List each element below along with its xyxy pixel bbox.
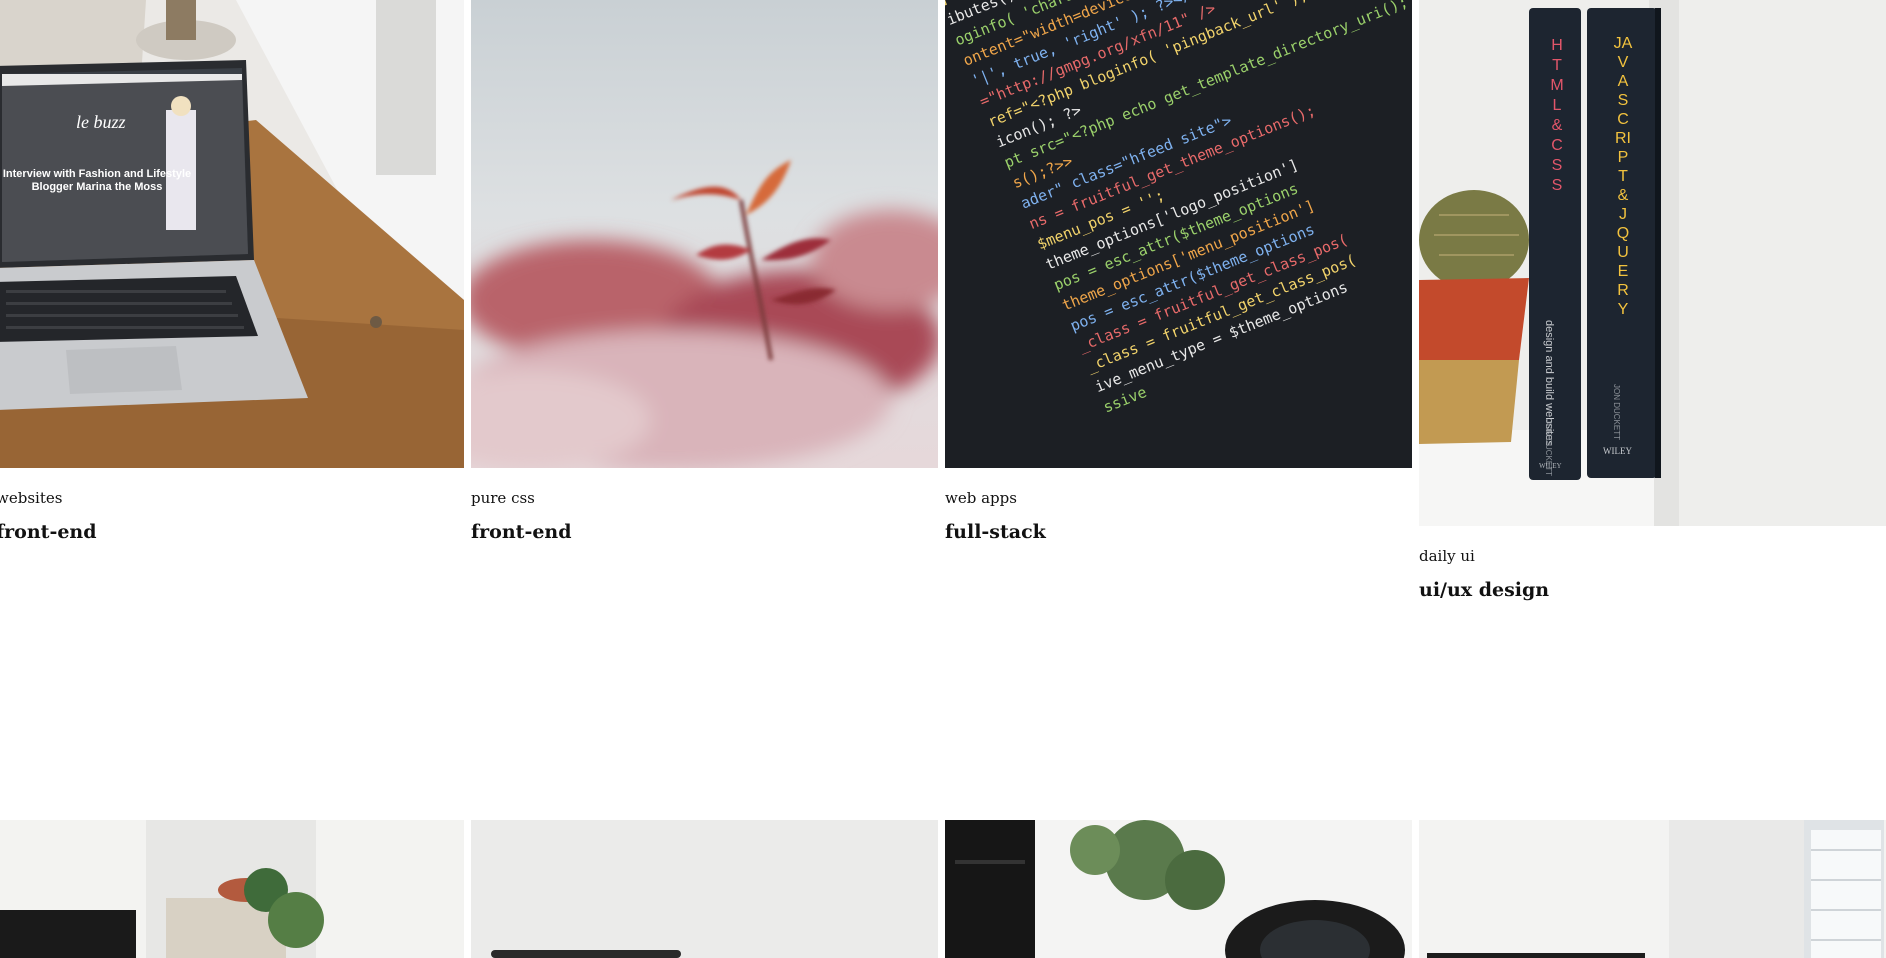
book-title-html-css: HTML & CSS	[1550, 37, 1564, 194]
camera-lens-image[interactable]	[945, 820, 1412, 958]
book2-publisher: WILEY	[1603, 446, 1632, 456]
portfolio-gallery: le buzz Interview with Fashion and Lifes…	[0, 0, 1886, 958]
project-card-websites[interactable]: le buzz Interview with Fashion and Lifes…	[0, 0, 464, 543]
project-tag: pure css	[471, 489, 535, 507]
book2-author: JON DUCKETT	[1612, 384, 1621, 440]
project-tag: websites	[0, 489, 63, 507]
red-plant-image[interactable]	[471, 0, 938, 468]
laptop-desk-image[interactable]: le buzz Interview with Fashion and Lifes…	[0, 0, 464, 468]
project-title[interactable]: front-end	[471, 521, 938, 543]
white-room-image[interactable]	[471, 820, 938, 958]
code-listing: ]<!-- ?>ibutes(); ?>oginfo( 'charset' );…	[945, 0, 1412, 418]
project-card-daily-ui[interactable]: HTML & CSS design and build websites JON…	[1419, 0, 1886, 601]
books-shelf-image[interactable]: HTML & CSS design and build websites JON…	[1419, 0, 1886, 526]
project-title[interactable]: full-stack	[945, 521, 1412, 543]
project-card-web-apps[interactable]: ]<!-- ?>ibutes(); ?>oginfo( 'charset' );…	[945, 0, 1412, 543]
book-title-javascript-jquery: JAVASCRIPT & JQUERY	[1613, 35, 1633, 318]
project-title[interactable]: front-end	[0, 521, 464, 543]
laptop-screen-heading: le buzz	[76, 112, 126, 132]
window-laptop-image[interactable]	[1419, 820, 1886, 958]
project-title[interactable]: ui/ux design	[1419, 579, 1886, 601]
monitor-plant-image[interactable]	[0, 820, 464, 958]
project-card-pure-css[interactable]: pure css front-end	[471, 0, 938, 543]
laptop-screen-text: Interview with Fashion and Lifestyle Blo…	[2, 168, 192, 193]
code-screen-image[interactable]: ]<!-- ?>ibutes(); ?>oginfo( 'charset' );…	[945, 0, 1412, 468]
book1-publisher: WILEY	[1539, 462, 1562, 470]
project-tag: web apps	[945, 489, 1017, 507]
project-tag: daily ui	[1419, 547, 1475, 565]
